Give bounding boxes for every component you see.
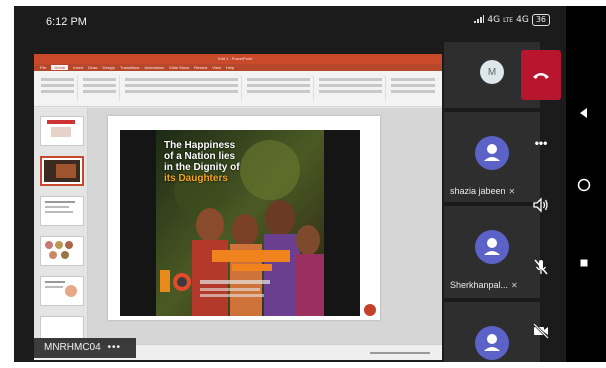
ppt-tab: Transitions <box>119 65 140 70</box>
back-button[interactable] <box>577 106 591 125</box>
more-options-button[interactable]: ••• <box>524 126 558 160</box>
call-controls: ••• <box>516 42 566 362</box>
home-icon <box>577 178 591 192</box>
ppt-tab: Insert <box>73 65 84 70</box>
slide-thumbnails <box>34 108 88 344</box>
ribbon-group-clipboard <box>38 75 78 101</box>
person-icon <box>484 334 500 351</box>
slide-logo-icon <box>364 304 376 316</box>
end-call-button[interactable] <box>521 50 561 100</box>
status-icons: 4G LTE 4G 36 <box>474 14 550 26</box>
status-time: 6:12 PM <box>46 16 87 28</box>
ribbon-group-editing <box>388 75 438 101</box>
mic-off-icon <box>534 259 548 275</box>
back-icon <box>580 108 587 118</box>
slide-photo: The Happiness of a Nation lies in the Di… <box>120 130 360 316</box>
ribbon-group-drawing <box>316 75 386 101</box>
ppt-ribbon <box>34 71 442 107</box>
phone-hangup-icon <box>533 73 549 79</box>
ribbon-group-paragraph <box>244 75 314 101</box>
participant-name: Sherkhanpal... ✕ <box>450 280 518 290</box>
network-sub-label: LTE <box>503 16 514 24</box>
recents-button[interactable] <box>577 256 591 275</box>
slide-canvas: The Happiness of a Nation lies in the Di… <box>88 108 442 344</box>
mic-off-icon: ✕ <box>508 187 516 196</box>
ppt-title-bar: Edit 1 - PowerPoint <box>34 54 442 64</box>
presenter-name-tag: MNRHMC04 ••• <box>34 338 136 358</box>
slide-thumbnail-selected <box>40 156 84 186</box>
slide-thumbnail <box>40 316 84 340</box>
video-off-icon <box>533 323 549 339</box>
ppt-window-title: Edit 1 - PowerPoint <box>218 56 253 61</box>
avatar <box>475 230 509 264</box>
avatar <box>475 136 509 170</box>
ppt-tab: View <box>212 65 221 70</box>
speaker-button[interactable] <box>524 188 558 222</box>
current-slide: The Happiness of a Nation lies in the Di… <box>108 116 380 320</box>
slide-thumbnail <box>40 236 84 266</box>
battery-icon: 36 <box>531 14 550 26</box>
ppt-tab: Design <box>102 65 115 70</box>
presenter-menu-button[interactable]: ••• <box>107 342 121 353</box>
ppt-tab: Help <box>225 65 235 70</box>
person-icon <box>484 144 500 161</box>
person-icon <box>484 238 500 255</box>
ppt-tab: Animations <box>144 65 165 70</box>
video-button[interactable] <box>524 314 558 348</box>
slide-thumbnail <box>40 276 84 306</box>
signal-icon <box>474 14 485 26</box>
network-label: 4G <box>487 15 501 25</box>
presenter-name: MNRHMC04 <box>44 342 101 353</box>
ppt-tab: File <box>40 65 47 70</box>
slide-thumbnail <box>40 196 84 226</box>
home-button[interactable] <box>577 178 591 197</box>
speaker-icon <box>533 197 548 213</box>
ppt-tab: Review <box>194 65 208 70</box>
ribbon-group-slides <box>80 75 120 101</box>
zoom-slider <box>370 352 430 354</box>
meeting-screen: 6:12 PM 4G LTE 4G 36 Edit 1 - PowerPoint… <box>14 6 566 362</box>
participant-name: shazia jabeen ✕ <box>450 186 516 196</box>
recents-icon <box>580 259 588 267</box>
android-nav-bar <box>566 6 606 362</box>
shared-screen[interactable]: Edit 1 - PowerPoint File Home Insert Dra… <box>34 54 442 360</box>
avatar <box>475 326 509 360</box>
network2-label: 4G <box>516 15 529 25</box>
ribbon-group-font <box>122 75 242 101</box>
slide-thumbnail <box>40 116 84 146</box>
ppt-tab: Slide Show <box>169 65 190 70</box>
avatar: M <box>480 60 504 84</box>
mute-button[interactable] <box>524 250 558 284</box>
ppt-tab-active: Home <box>51 65 69 70</box>
slide-title: The Happiness of a Nation lies in the Di… <box>164 140 240 184</box>
ppt-tab: Draw <box>88 65 98 70</box>
ppt-ribbon-tabs: File Home Insert Draw Design Transitions… <box>34 64 442 71</box>
